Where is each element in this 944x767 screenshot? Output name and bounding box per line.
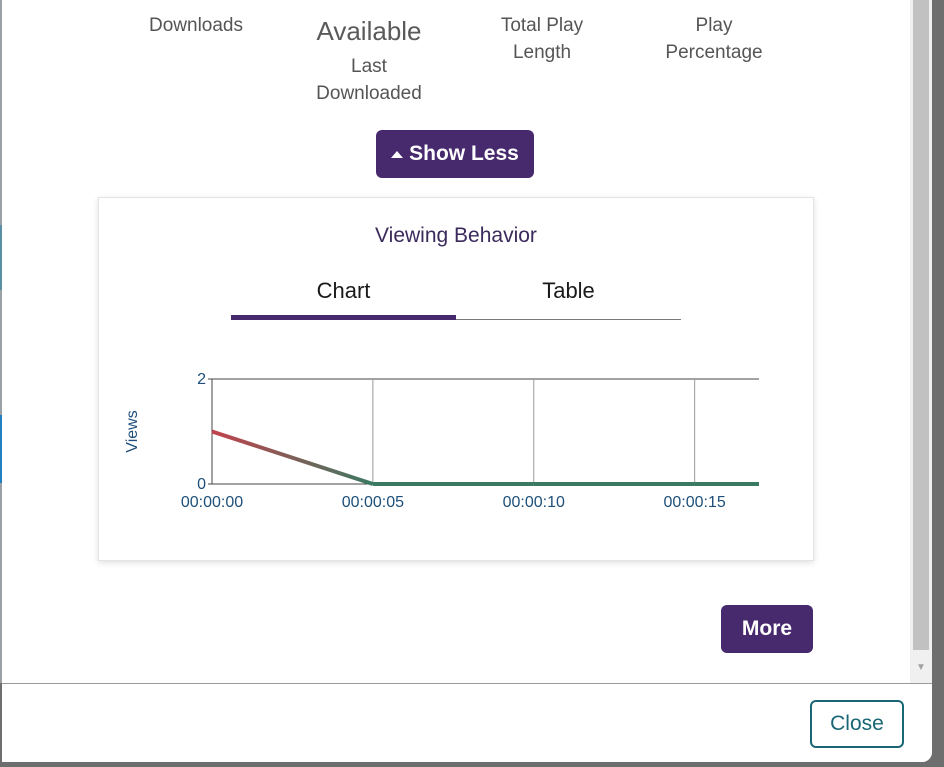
viewing-behavior-card: Viewing Behavior Chart Table 0 2 00:00:00 0… [98, 197, 814, 561]
scrollbar[interactable]: ▼ [910, 0, 932, 683]
x-tick-label: 00:00:05 [342, 494, 404, 511]
video-stats-dialog: Downloads Available Last Downloaded Tota… [2, 0, 932, 762]
y-axis-label: Views [124, 410, 141, 452]
last-downloaded-value: Available [316, 16, 422, 46]
x-tick-label: 00:00:15 [664, 494, 726, 511]
last-downloaded-label: Last Downloaded [316, 56, 422, 104]
x-tick-label: 00:00:10 [503, 494, 565, 511]
close-button[interactable]: Close [810, 700, 904, 748]
scroll-down-arrow-icon[interactable]: ▼ [913, 660, 929, 676]
show-less-button[interactable]: Show Less [376, 130, 534, 178]
more-button[interactable]: More [721, 605, 813, 653]
downloads-label: Downloads [149, 15, 243, 36]
viewing-behavior-chart: 0 2 00:00:00 00:00:05 00:00:10 00:00:15 Views [124, 371, 759, 511]
play-percentage-label: Play Percentage [665, 15, 763, 63]
dialog-footer: Close [2, 683, 932, 762]
x-tick-label: 00:00:00 [181, 494, 243, 511]
caret-up-icon [391, 150, 404, 158]
dialog-content[interactable]: Downloads Available Last Downloaded Tota… [2, 0, 910, 683]
show-less-label: Show Less [409, 142, 519, 165]
y-tick-label: 2 [197, 371, 206, 388]
y-tick-label: 0 [197, 476, 206, 493]
data-line-segment [211, 429, 374, 486]
total-play-length-label: Total Play Length [500, 15, 584, 63]
scrollbar-thumb[interactable] [913, 0, 929, 650]
